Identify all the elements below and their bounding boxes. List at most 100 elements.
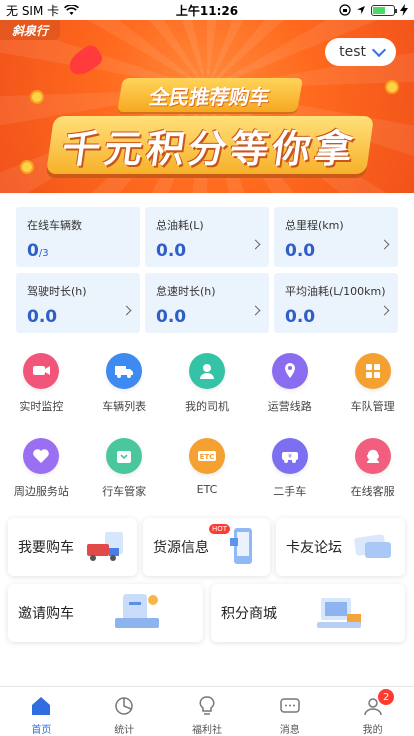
card-title: 卡友论坛 — [286, 540, 342, 556]
feature-label: 周边服务站 — [13, 485, 69, 498]
tab-statistics[interactable]: 统计 — [83, 687, 166, 736]
feature-used-car[interactable]: ¥ 二手车 — [248, 438, 331, 523]
stat-label: 怠速时长(h) — [156, 285, 216, 298]
wifi-icon — [64, 4, 80, 15]
home-icon — [32, 697, 51, 715]
feature-fleet-management[interactable]: 车队管理 — [331, 353, 414, 438]
card-title: 我要购车 — [18, 540, 74, 556]
feature-nearby-service[interactable]: 周边服务站 — [0, 438, 83, 523]
tab-label: 消息 — [279, 725, 300, 736]
feature-label: ETC — [196, 483, 218, 496]
stat-value: 0.0 — [27, 307, 58, 327]
bottom-tab-bar: 首页 统计 福利社 消息 我的 2 — [0, 686, 414, 736]
feature-grid: 实时监控 车辆列表 我的司机 运营线路 车队管理 周边服务站 行车管家 ETC … — [0, 353, 414, 523]
charging-icon — [400, 4, 408, 16]
hot-badge: HOT — [209, 524, 231, 534]
stat-online-vehicles[interactable]: 在线车辆数 0/3 — [16, 207, 140, 267]
camera-icon — [23, 353, 60, 389]
app-page: 无 SIM 卡 上午11:26 斜泉行 test 全民推荐购车 千元积分等你拿 … — [0, 0, 414, 736]
driver-icon — [188, 353, 225, 389]
feature-online-service[interactable]: 在线客服 — [331, 438, 414, 523]
card-points-mall[interactable]: 积分商城 — [211, 584, 405, 642]
card-invite-purchase[interactable]: 邀请购车 — [8, 584, 203, 642]
used-car-icon: ¥ — [271, 438, 308, 474]
banner-title: 千元积分等你拿 — [45, 116, 375, 174]
feature-label: 二手车 — [273, 485, 307, 498]
card-cargo-info[interactable]: 货源信息 HOT — [143, 518, 270, 576]
phone-illustration-icon — [230, 528, 252, 564]
stat-total-mileage[interactable]: 总里程(km) 0.0 — [274, 207, 398, 267]
lightbulb-icon — [199, 696, 215, 715]
stat-value: 0.0 — [285, 241, 316, 261]
route-icon — [271, 353, 308, 389]
stat-average-fuel[interactable]: 平均油耗(L/100km) 0.0 — [274, 273, 398, 333]
feature-etc[interactable]: ETC ETC — [166, 438, 249, 523]
message-icon — [280, 698, 300, 713]
stat-value: 0.0 — [156, 241, 187, 261]
mall-illustration-icon — [317, 598, 361, 628]
tab-messages[interactable]: 消息 — [248, 687, 331, 736]
card-title: 积分商城 — [221, 606, 277, 622]
card-trucker-forum[interactable]: 卡友论坛 — [276, 518, 405, 576]
chevron-down-icon — [371, 42, 387, 57]
feature-driving-steward[interactable]: 行车管家 — [83, 438, 166, 523]
feature-label: 我的司机 — [184, 400, 229, 413]
feature-label: 车队管理 — [350, 400, 395, 413]
chat-illustration-icon — [354, 534, 391, 558]
card-buy-car[interactable]: 我要购车 — [8, 518, 137, 576]
stat-value: 0/3 — [27, 241, 49, 261]
stat-label: 驾驶时长(h) — [27, 285, 87, 298]
tab-label: 福利社 — [191, 725, 222, 736]
stat-label: 总油耗(L) — [156, 219, 204, 232]
carrier-text: 无 SIM 卡 — [6, 3, 60, 18]
account-switcher[interactable]: test — [325, 38, 396, 66]
feature-my-driver[interactable]: 我的司机 — [166, 353, 249, 438]
svg-text:¥: ¥ — [288, 453, 292, 460]
stat-value: 0.0 — [156, 307, 187, 327]
customer-service-icon — [354, 438, 391, 474]
fleet-icon — [354, 353, 391, 389]
coin-icon — [385, 80, 399, 94]
steward-icon — [106, 438, 143, 474]
tab-label: 我的 — [362, 725, 383, 736]
stat-idle-hours[interactable]: 怠速时长(h) 0.0 — [145, 273, 269, 333]
stat-label: 在线车辆数 — [27, 219, 82, 232]
notification-badge: 2 — [378, 689, 395, 705]
tab-label: 首页 — [31, 725, 52, 736]
feature-label: 运营线路 — [267, 400, 312, 413]
truck-icon — [106, 353, 143, 389]
feature-label: 实时监控 — [19, 400, 64, 413]
svg-text:ETC: ETC — [200, 453, 215, 461]
invite-illustration-icon — [115, 594, 159, 628]
truck-illustration-icon — [87, 532, 123, 561]
stat-label: 平均油耗(L/100km) — [285, 285, 386, 298]
card-title: 邀请购车 — [18, 606, 74, 622]
stats-grid: 在线车辆数 0/3 总油耗(L) 0.0 总里程(km) 0.0 驾驶时长(h)… — [16, 207, 398, 333]
stat-value: 0.0 — [285, 307, 316, 327]
lock-rotation-icon — [339, 4, 351, 16]
tab-home[interactable]: 首页 — [0, 687, 83, 736]
status-bar: 无 SIM 卡 上午11:26 — [0, 0, 414, 20]
promo-banner[interactable]: 斜泉行 test 全民推荐购车 千元积分等你拿 — [0, 20, 414, 193]
tab-profile[interactable]: 我的 2 — [331, 687, 414, 736]
stats-icon — [115, 697, 133, 715]
account-name: test — [339, 44, 366, 60]
tab-welfare[interactable]: 福利社 — [166, 687, 249, 736]
feature-realtime-monitor[interactable]: 实时监控 — [0, 353, 83, 438]
feature-operating-route[interactable]: 运营线路 — [248, 353, 331, 438]
banner-subtitle: 全民推荐购车 — [117, 78, 303, 112]
etc-icon: ETC — [188, 438, 225, 474]
stat-total-fuel[interactable]: 总油耗(L) 0.0 — [145, 207, 269, 267]
coin-icon — [20, 160, 34, 174]
coin-icon — [30, 90, 44, 104]
location-icon — [357, 6, 365, 14]
feature-label: 行车管家 — [102, 485, 147, 498]
feature-vehicle-list[interactable]: 车辆列表 — [83, 353, 166, 438]
app-logo: 斜泉行 — [0, 20, 60, 40]
tab-label: 统计 — [114, 725, 135, 736]
stat-driving-hours[interactable]: 驾驶时长(h) 0.0 — [16, 273, 140, 333]
battery-icon — [371, 4, 397, 16]
feature-label: 车辆列表 — [102, 400, 147, 413]
service-station-icon — [23, 438, 60, 474]
stat-label: 总里程(km) — [285, 219, 344, 232]
